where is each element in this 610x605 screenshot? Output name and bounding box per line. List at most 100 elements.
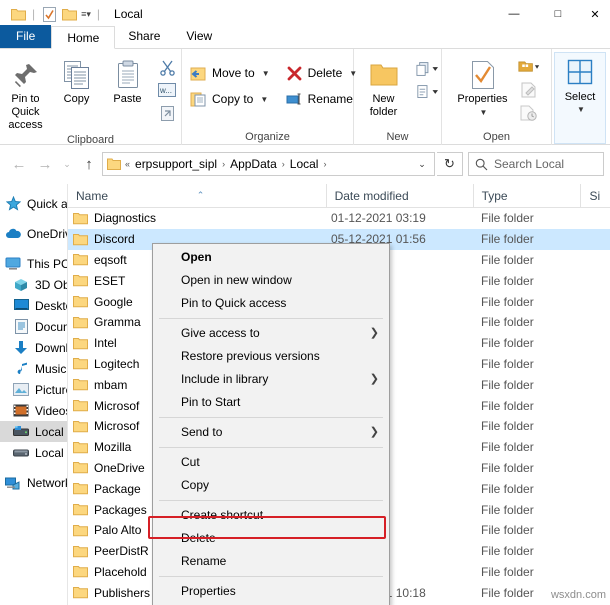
folder-icon <box>73 233 88 246</box>
forward-button[interactable]: → <box>32 151 58 177</box>
nav-item-label: Local Disk <box>35 445 67 460</box>
ribbon-group-clipboard: Pin to Quick access Copy Paste w... Clip… <box>0 49 182 146</box>
breadcrumb-overflow-icon[interactable]: « <box>123 159 132 169</box>
column-header-date-modified[interactable]: Date modified <box>325 183 473 208</box>
menu-item-create-shortcut[interactable]: Create shortcut <box>153 504 389 527</box>
select-button[interactable]: Select ▼ <box>554 52 606 144</box>
pin-to-quick-access-button[interactable]: Pin to Quick access <box>0 55 51 132</box>
copy-button[interactable]: Copy <box>51 55 102 106</box>
folder-icon <box>73 565 88 578</box>
history-icon[interactable] <box>518 103 540 123</box>
network-icon <box>4 474 22 491</box>
nav-item-network[interactable]: Network <box>0 472 67 493</box>
chevron-down-icon[interactable]: ▼ <box>480 106 488 119</box>
breadcrumb-sep-2[interactable]: › <box>321 159 328 169</box>
file-type-cell: File folder <box>481 273 534 288</box>
properties-label: Properties <box>457 93 508 105</box>
nav-item-pictures[interactable]: Pictures <box>0 379 67 400</box>
menu-item-label: Cut <box>181 455 200 469</box>
nav-item-onedrive[interactable]: OneDrive <box>0 223 67 244</box>
qat-customize-icon[interactable]: ≡▾ <box>79 9 93 20</box>
column-header-size[interactable]: Si <box>580 183 610 208</box>
video-icon <box>12 402 30 419</box>
properties-button[interactable]: Properties ▼ <box>451 55 515 119</box>
back-button[interactable]: ← <box>6 151 32 177</box>
rename-icon <box>286 91 303 108</box>
address-dropdown-icon[interactable]: ⌄ <box>412 159 432 170</box>
paste-shortcut-icon[interactable] <box>156 103 178 123</box>
new-folder-button[interactable]: New folder <box>354 55 413 119</box>
nav-item-videos[interactable]: Videos <box>0 400 67 421</box>
nav-item-desktop[interactable]: Desktop <box>0 295 67 316</box>
properties-icon[interactable] <box>39 4 59 24</box>
column-header-name[interactable]: ⌃ Name <box>68 184 326 208</box>
tab-home[interactable]: Home <box>51 26 116 49</box>
menu-item-cut[interactable]: Cut <box>153 451 389 474</box>
menu-item-open[interactable]: Open <box>153 246 389 269</box>
tab-view[interactable]: View <box>173 25 225 48</box>
nav-item-quick-access[interactable]: Quick access <box>0 193 67 214</box>
chevron-down-icon[interactable]: ▼ <box>260 95 268 104</box>
nav-item-music[interactable]: Music <box>0 358 67 379</box>
up-button[interactable]: ↑ <box>76 151 102 177</box>
new-item-icon[interactable] <box>416 59 438 79</box>
menu-item-properties[interactable]: Properties <box>153 580 389 603</box>
file-type-cell: File folder <box>481 460 534 475</box>
context-menu[interactable]: Open Open in new window Pin to Quick acces… <box>152 243 390 605</box>
copy-to-button[interactable]: Copy to ▼ <box>186 87 274 111</box>
nav-item-documents[interactable]: Documents <box>0 316 67 337</box>
delete-button[interactable]: Delete ▼ <box>282 61 362 85</box>
nav-item-local-disk-d[interactable]: Local Disk <box>0 442 67 463</box>
paste-button[interactable]: Paste <box>102 55 153 106</box>
close-button[interactable]: ✕ <box>580 0 610 28</box>
menu-item-pin-to-quick-access[interactable]: Pin to Quick access <box>153 292 389 315</box>
refresh-button[interactable]: ↻ <box>437 152 463 176</box>
organize-col-1: Move to ▼ Copy to ▼ <box>182 59 278 111</box>
chevron-down-icon[interactable]: ▼ <box>577 105 585 114</box>
minimize-button[interactable]: — <box>492 0 536 28</box>
menu-item-restore-previous-versions[interactable]: Restore previous versions <box>153 345 389 368</box>
column-header-type[interactable]: Type <box>472 183 581 208</box>
breadcrumb-item-2[interactable]: Local <box>287 157 322 171</box>
file-type-cell: File folder <box>481 419 534 434</box>
move-to-button[interactable]: Move to ▼ <box>186 61 274 85</box>
address-bar[interactable]: « erpsupport_sipl › AppData › Local › ⌄ <box>102 152 435 176</box>
nav-item-3d-objects[interactable]: 3D Objects <box>0 274 67 295</box>
nav-item-local-disk-c[interactable]: Local Disk <box>0 421 67 442</box>
file-type-cell: File folder <box>481 252 534 267</box>
menu-item-include-in-library[interactable]: Include in library ❯ <box>153 368 389 391</box>
folder-icon <box>73 524 88 537</box>
tab-file[interactable]: File <box>0 25 52 48</box>
menu-item-open-in-new-window[interactable]: Open in new window <box>153 269 389 292</box>
breadcrumb-sep-1[interactable]: › <box>280 159 287 169</box>
menu-item-pin-to-start[interactable]: Pin to Start <box>153 391 389 414</box>
rename-button[interactable]: Rename <box>282 87 362 111</box>
menu-item-delete[interactable]: Delete <box>153 527 389 550</box>
menu-item-give-access-to[interactable]: Give access to ❯ <box>153 322 389 345</box>
easy-access-icon[interactable] <box>416 82 438 102</box>
watermark: wsxdn.com <box>550 589 606 601</box>
new-folder-icon[interactable] <box>59 4 79 24</box>
open-icon[interactable] <box>517 57 540 77</box>
chevron-down-icon[interactable]: ▼ <box>262 69 270 78</box>
nav-item-downloads[interactable]: Downloads <box>0 337 67 358</box>
maximize-button[interactable]: □ <box>536 0 580 28</box>
properties-icon <box>470 57 496 93</box>
recent-locations-button[interactable]: ⌄ <box>58 151 76 177</box>
file-name-label: Gramma <box>94 315 141 330</box>
breadcrumb-item-1[interactable]: AppData <box>227 157 280 171</box>
folder-icon <box>8 4 28 24</box>
nav-item-this-pc[interactable]: This PC <box>0 253 67 274</box>
menu-item-send-to[interactable]: Send to ❯ <box>153 421 389 444</box>
menu-item-rename[interactable]: Rename <box>153 550 389 573</box>
file-name-label: Placehold <box>94 564 147 579</box>
search-box[interactable]: Search Local <box>468 152 604 176</box>
menu-item-copy[interactable]: Copy <box>153 474 389 497</box>
copy-path-icon[interactable]: w... <box>156 80 178 100</box>
cut-icon[interactable] <box>156 57 178 77</box>
breadcrumb-sep-0[interactable]: › <box>220 159 227 169</box>
tab-share[interactable]: Share <box>115 25 173 48</box>
table-row[interactable]: Diagnostics 01-12-2021 03:19 File folder <box>68 208 610 229</box>
edit-icon[interactable] <box>518 80 540 100</box>
breadcrumb-item-0[interactable]: erpsupport_sipl <box>132 157 220 171</box>
